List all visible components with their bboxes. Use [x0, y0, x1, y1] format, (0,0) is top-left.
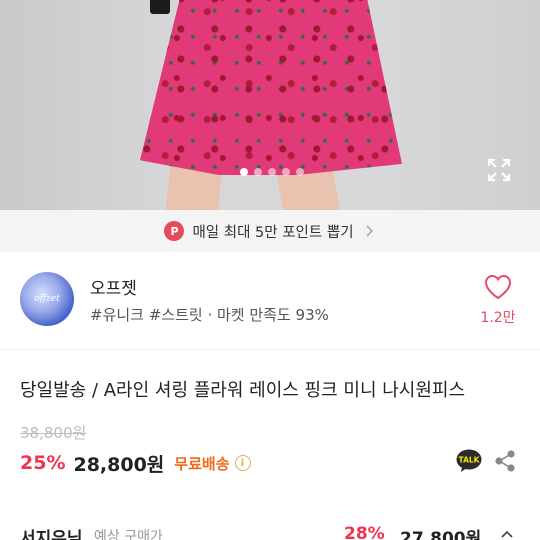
product-image[interactable]: [0, 0, 540, 210]
slide-indicator: [240, 168, 304, 176]
heart-icon[interactable]: [484, 274, 512, 300]
shop-tags: #유니크 #스트릿 · 마켓 만족도 93%: [90, 306, 329, 324]
chevron-right-icon: [365, 225, 373, 237]
estimated-discount: 28%: [344, 524, 385, 540]
point-banner[interactable]: P 매일 최대 5만 포인트 뽑기: [0, 210, 540, 252]
chevron-up-icon[interactable]: [500, 528, 514, 540]
slide-dot[interactable]: [254, 168, 262, 176]
point-icon: P: [164, 221, 185, 241]
user-name: 서지유님: [20, 529, 83, 540]
kakao-talk-icon[interactable]: TALK: [456, 449, 482, 473]
slide-dot[interactable]: [296, 168, 304, 176]
estimated-price: 27,800원: [400, 529, 482, 540]
like-count: 1.2만: [480, 310, 516, 326]
sale-price: 28,800원: [73, 453, 165, 476]
expand-icon[interactable]: [486, 157, 512, 183]
free-shipping-label: 무료배송: [174, 454, 230, 473]
shop-avatar[interactable]: offzet: [20, 272, 74, 326]
slide-dot[interactable]: [240, 168, 248, 176]
info-icon[interactable]: i: [234, 455, 251, 471]
talk-label: TALK: [459, 456, 481, 465]
shop-name[interactable]: 오프젯: [90, 274, 137, 299]
product-title: 당일발송 / A라인 셔링 플라워 레이스 핑크 미니 나시원피스: [20, 380, 466, 401]
bag-strap: [150, 0, 170, 14]
estimated-price-row[interactable]: 서지유님 예상 구매가 28% 27,800원: [20, 524, 520, 540]
share-icon[interactable]: [494, 450, 516, 472]
banner-text: 매일 최대 5만 포인트 뽑기: [192, 224, 354, 241]
slide-dot[interactable]: [268, 168, 276, 176]
shop-info[interactable]: offzet 오프젯 #유니크 #스트릿 · 마켓 만족도 93%: [0, 252, 540, 350]
slide-dot[interactable]: [282, 168, 290, 176]
original-price: 38,800원: [20, 424, 87, 442]
avatar-logo-text: offzet: [34, 294, 60, 304]
price-row: 25% 28,800원 무료배송 i: [20, 450, 251, 476]
estimated-price-label: 예상 구매가: [94, 529, 163, 540]
discount-rate: 25%: [20, 452, 66, 474]
pink-floral-skirt: [140, 0, 402, 175]
